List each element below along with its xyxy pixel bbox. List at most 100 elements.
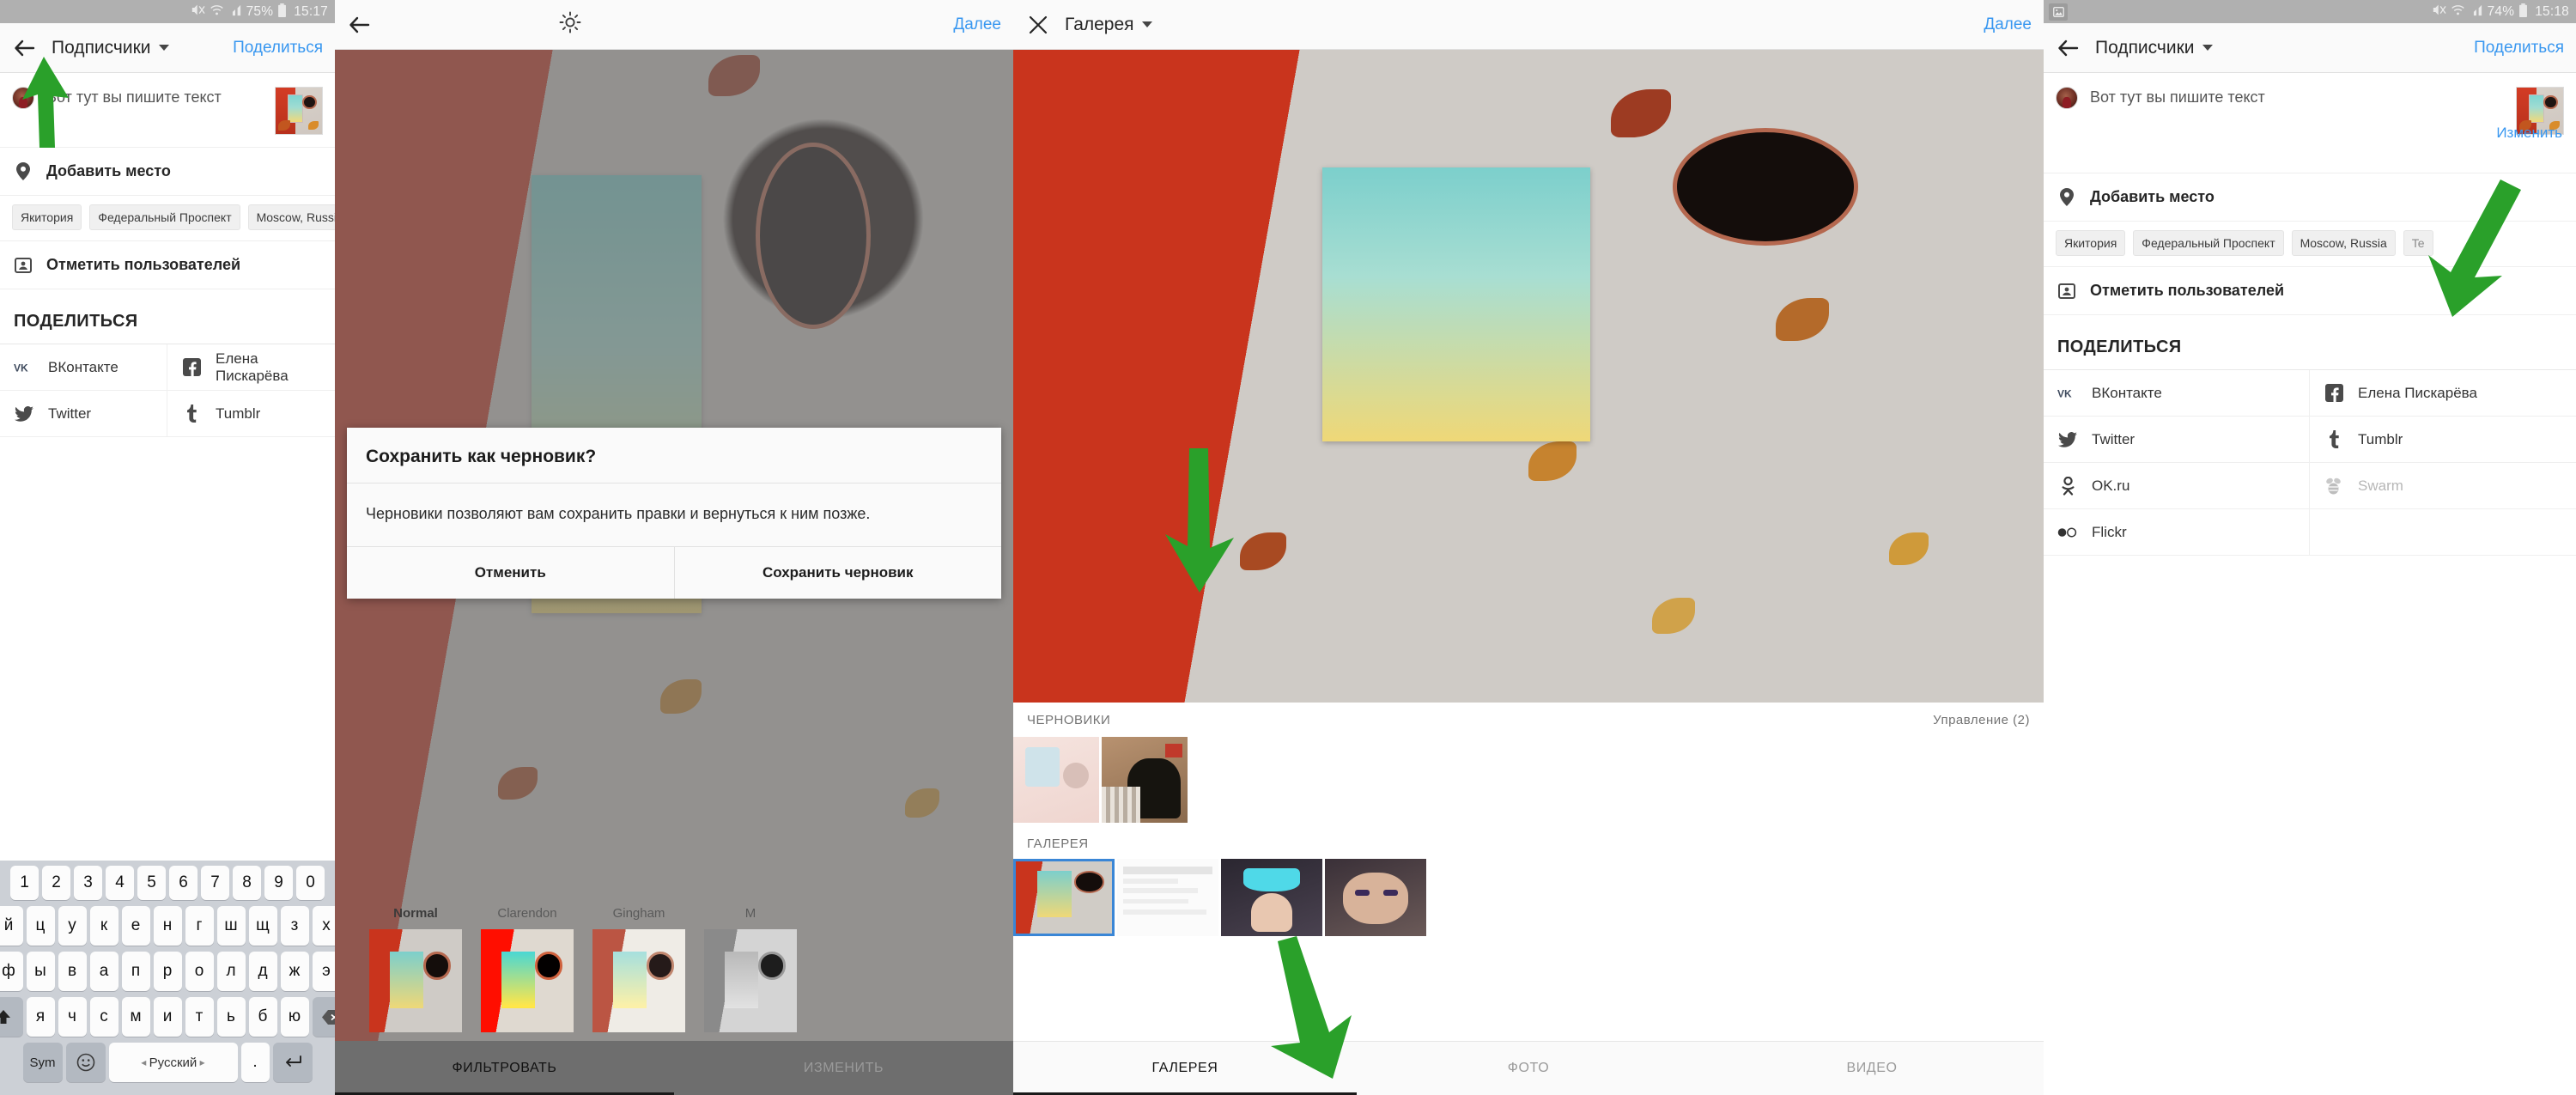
key[interactable]: 7 xyxy=(201,866,229,900)
share-item-tumblr-1[interactable]: Tumblr xyxy=(167,391,335,437)
key[interactable]: 1 xyxy=(10,866,39,900)
share-button-1[interactable]: Поделиться xyxy=(233,39,323,58)
share-item-twitter-4[interactable]: Twitter xyxy=(2044,417,2310,463)
close-x-icon[interactable] xyxy=(1025,12,1051,38)
selected-photo-preview-3[interactable] xyxy=(1013,50,2044,703)
key[interactable]: 4 xyxy=(106,866,134,900)
caption-row-4[interactable]: Вот тут вы пишите текст Изменить xyxy=(2044,73,2576,173)
key[interactable]: п xyxy=(121,952,150,991)
tab-edit[interactable]: ИЗМЕНИТЬ xyxy=(674,1041,1013,1095)
draft-thumb[interactable] xyxy=(1013,737,1099,823)
filter-item[interactable]: Clarendon xyxy=(481,906,574,1032)
key[interactable]: 0 xyxy=(296,866,325,900)
back-arrow-icon[interactable] xyxy=(2056,35,2081,61)
tab-filter[interactable]: ФИЛЬТРОВАТЬ xyxy=(335,1041,674,1095)
gallery-cell[interactable] xyxy=(1117,859,1218,936)
add-location-row-1[interactable]: Добавить место xyxy=(0,148,335,196)
tag-users-row-1[interactable]: Отметить пользователей xyxy=(0,241,335,289)
backspace-icon[interactable] xyxy=(312,997,335,1037)
filter-item[interactable]: Normal xyxy=(369,906,462,1032)
key[interactable]: 8 xyxy=(233,866,261,900)
key[interactable]: л xyxy=(216,952,246,991)
key[interactable]: ц xyxy=(26,906,55,946)
key[interactable]: м xyxy=(121,997,150,1037)
gallery-cell[interactable] xyxy=(1221,859,1322,936)
period-key[interactable]: . xyxy=(240,1043,270,1082)
key[interactable]: о xyxy=(185,952,214,991)
shift-up-icon[interactable] xyxy=(0,997,23,1037)
key[interactable]: ж xyxy=(280,952,309,991)
share-item-facebook-4[interactable]: Елена Пискарёва xyxy=(2310,370,2576,417)
share-item-odnoklassniki-4[interactable]: OK.ru xyxy=(2044,463,2310,509)
key[interactable]: н xyxy=(153,906,182,946)
caption-input-4[interactable]: Вот тут вы пишите текст xyxy=(2090,87,2516,106)
share-item-vk-4[interactable]: VK ВКонтакте xyxy=(2044,370,2310,417)
location-chip[interactable]: Федеральный Проспект xyxy=(2133,230,2284,256)
location-chip[interactable]: Федеральный Проспект xyxy=(89,204,240,230)
key[interactable]: х xyxy=(312,906,335,946)
key[interactable]: у xyxy=(58,906,87,946)
key[interactable]: э xyxy=(312,952,335,991)
next-button-3[interactable]: Далее xyxy=(1984,15,2032,34)
key[interactable]: ш xyxy=(216,906,246,946)
key[interactable]: 9 xyxy=(264,866,293,900)
share-button-4[interactable]: Поделиться xyxy=(2474,39,2564,58)
draft-thumb[interactable] xyxy=(1102,737,1188,823)
key[interactable]: й xyxy=(0,906,23,946)
share-item-twitter-1[interactable]: Twitter xyxy=(0,391,167,437)
key[interactable]: а xyxy=(89,952,118,991)
screen-title-1[interactable]: Подписчики xyxy=(52,38,169,58)
filter-item[interactable]: Gingham xyxy=(592,906,685,1032)
brightness-sun-icon[interactable] xyxy=(559,11,581,38)
post-thumbnail-1[interactable] xyxy=(275,87,323,135)
key[interactable]: д xyxy=(248,952,277,991)
key[interactable]: и xyxy=(153,997,182,1037)
save-draft-button[interactable]: Сохранить черновик xyxy=(673,547,1002,599)
key[interactable]: 6 xyxy=(169,866,197,900)
key[interactable]: ф xyxy=(0,952,23,991)
key[interactable]: р xyxy=(153,952,182,991)
key[interactable]: е xyxy=(121,906,150,946)
caption-input-1[interactable]: Вот тут вы пишите текст xyxy=(46,87,275,106)
share-item-facebook-1[interactable]: Елена Пискарёва xyxy=(167,344,335,391)
gallery-cell[interactable] xyxy=(1325,859,1426,936)
screen-title-3[interactable]: Галерея xyxy=(1065,15,1152,35)
enter-return-icon[interactable] xyxy=(272,1043,313,1082)
key[interactable]: с xyxy=(89,997,118,1037)
location-chip[interactable]: Якитория xyxy=(2056,230,2126,256)
key[interactable]: 2 xyxy=(42,866,70,900)
symbols-key[interactable]: Sym xyxy=(22,1043,63,1082)
key[interactable]: к xyxy=(89,906,118,946)
location-chip[interactable]: Moscow, Russia xyxy=(2291,230,2396,256)
key[interactable]: ю xyxy=(280,997,309,1037)
gallery-cell[interactable] xyxy=(1013,859,1115,936)
cancel-button[interactable]: Отменить xyxy=(347,547,674,599)
filter-strip-2[interactable]: Normal Clarendon Gingham M xyxy=(335,894,1013,1041)
back-arrow-icon[interactable] xyxy=(347,12,373,38)
screen-title-4[interactable]: Подписчики xyxy=(2095,38,2213,58)
key[interactable]: щ xyxy=(248,906,277,946)
virtual-keyboard[interactable]: 1 2 3 4 5 6 7 8 9 0 й ц у к е н г ш щ з … xyxy=(0,861,335,1095)
filter-item[interactable]: M xyxy=(704,906,797,1032)
edit-thumbnail-link[interactable]: Изменить xyxy=(2496,125,2562,142)
key[interactable]: 5 xyxy=(137,866,166,900)
share-item-vk-1[interactable]: VK ВКонтакте xyxy=(0,344,167,391)
key[interactable]: т xyxy=(185,997,214,1037)
tab-photo[interactable]: ФОТО xyxy=(1357,1042,1700,1095)
add-location-row-4[interactable]: Добавить место xyxy=(2044,173,2576,222)
location-chip[interactable]: Moscow, Russia xyxy=(247,204,335,230)
next-button-2[interactable]: Далее xyxy=(953,15,1001,34)
key[interactable]: ч xyxy=(58,997,87,1037)
key[interactable]: ь xyxy=(216,997,246,1037)
key[interactable]: г xyxy=(185,906,214,946)
back-arrow-icon[interactable] xyxy=(12,35,38,61)
key[interactable]: я xyxy=(26,997,55,1037)
drafts-manage-link[interactable]: Управление (2) xyxy=(1933,713,2030,727)
key[interactable]: в xyxy=(58,952,87,991)
emoji-smile-icon[interactable] xyxy=(65,1043,106,1082)
key[interactable]: 3 xyxy=(74,866,102,900)
location-chip[interactable]: Te xyxy=(2403,230,2433,256)
caption-row-1[interactable]: Вот тут вы пишите текст xyxy=(0,73,335,148)
share-item-tumblr-4[interactable]: Tumblr xyxy=(2310,417,2576,463)
share-item-flickr-4[interactable]: Flickr xyxy=(2044,509,2310,556)
